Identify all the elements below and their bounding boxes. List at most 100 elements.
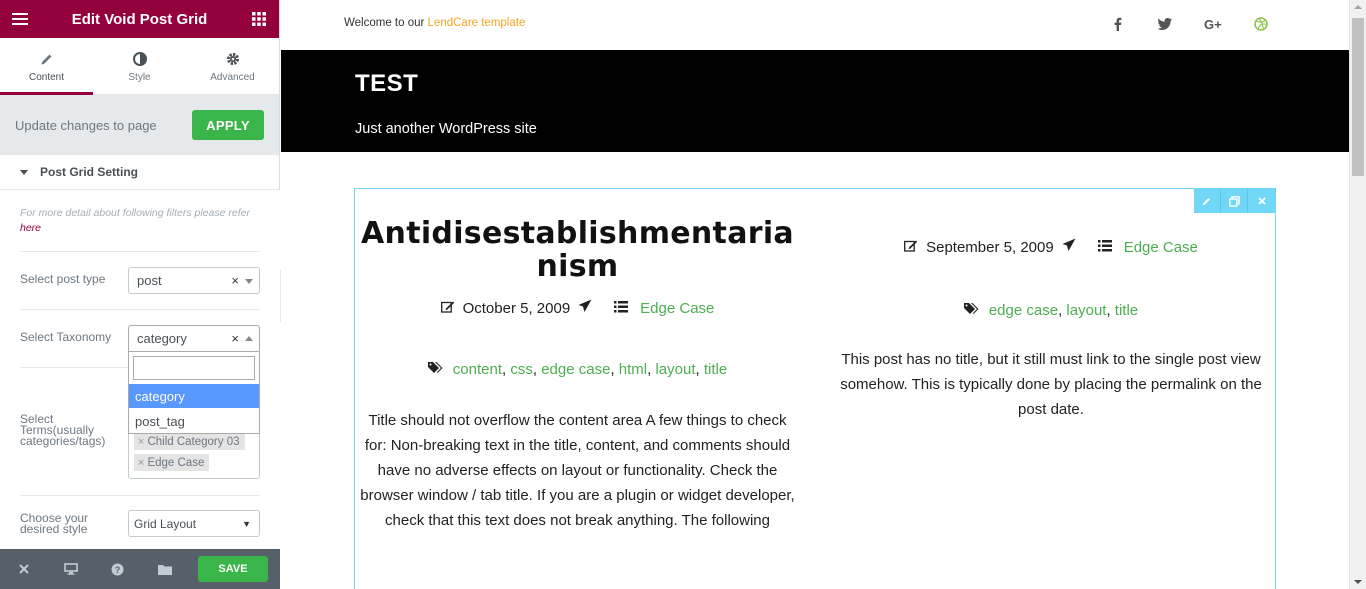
desktop-icon[interactable] [47, 549, 94, 589]
welcome-brand-link[interactable]: LendCare template [428, 17, 526, 29]
tag-link[interactable]: title [1115, 302, 1138, 319]
section-post-grid-setting[interactable]: Post Grid Setting [0, 155, 279, 190]
tags-icon [427, 361, 443, 378]
tag-link[interactable]: title [704, 361, 727, 378]
clear-icon[interactable]: × [231, 273, 239, 288]
post-meta: October 5, 2009 Edge Case [355, 299, 800, 317]
style-value: Grid Layout [134, 516, 197, 531]
tag-list: edge case, layout, title [988, 302, 1139, 319]
scroll-down-icon[interactable] [1354, 580, 1362, 584]
duplicate-widget-icon[interactable] [1221, 189, 1248, 213]
chevron-down-icon: ▼ [242, 518, 251, 529]
tab-content[interactable]: Content [0, 38, 93, 95]
note-link[interactable]: here [20, 222, 41, 234]
term-tag[interactable]: × Edge Case [134, 454, 210, 471]
apply-text: Update changes to page [15, 117, 157, 133]
panel-footer: ? SAVE [0, 549, 280, 589]
site-tagline: Just another WordPress site [355, 121, 537, 137]
site-topbar: Welcome to our LendCare template G+ [281, 0, 1349, 50]
post-type-label: Select post type [20, 272, 106, 286]
divider [20, 251, 260, 252]
page-preview: Welcome to our LendCare template G+ TEST… [281, 0, 1349, 589]
post-title[interactable]: Antidisestablishmentarianism [355, 217, 800, 283]
clear-icon[interactable]: × [231, 331, 239, 346]
edit-icon [904, 239, 918, 256]
help-icon[interactable]: ? [94, 549, 141, 589]
tag-link[interactable]: css [510, 361, 533, 378]
filters-note: For more detail about following filters … [20, 206, 260, 236]
apply-button[interactable]: APPLY [192, 110, 264, 140]
edit-icon [440, 300, 455, 317]
google-plus-icon[interactable]: G+ [1204, 14, 1224, 34]
list-icon [1097, 239, 1112, 256]
term-tag-label: Edge Case [147, 456, 205, 469]
tab-advanced[interactable]: Advanced [186, 38, 279, 94]
tag-link[interactable]: html [619, 361, 647, 378]
scroll-up-icon[interactable] [1354, 5, 1362, 9]
paper-plane-icon [1062, 238, 1076, 256]
post-date[interactable]: October 5, 2009 [463, 300, 571, 317]
tab-content-label: Content [28, 71, 65, 83]
style-select[interactable]: Grid Layout ▼ [128, 510, 260, 537]
scroll-thumb[interactable] [1352, 18, 1364, 176]
tag-link[interactable]: layout [655, 361, 695, 378]
save-button[interactable]: SAVE [198, 556, 268, 582]
folder-icon[interactable] [141, 549, 188, 589]
tab-style-label: Style [128, 71, 151, 83]
post-tags: content, css, edge case, html, layout, t… [355, 361, 800, 378]
paper-plane-icon [578, 299, 592, 317]
panel-header: Edit Void Post Grid [0, 0, 279, 38]
post-excerpt: Title should not overflow the content ar… [360, 412, 795, 529]
post-category-link[interactable]: Edge Case [640, 300, 714, 317]
remove-tag-icon[interactable]: × [138, 457, 144, 469]
facebook-icon[interactable] [1108, 14, 1128, 34]
caret-down-icon [20, 169, 28, 175]
welcome-prefix: Welcome to our [344, 17, 425, 29]
widgets-grid-icon[interactable] [239, 0, 279, 38]
section-title: Post Grid Setting [40, 165, 139, 179]
chevron-down-icon [245, 279, 253, 284]
gear-icon [226, 50, 240, 68]
svg-text:?: ? [115, 565, 121, 575]
page-scrollbar[interactable] [1349, 0, 1366, 589]
widget-toolbar [1194, 189, 1275, 213]
taxonomy-select[interactable]: category × [128, 325, 260, 352]
menu-icon[interactable] [0, 0, 40, 38]
tag-link[interactable]: edge case [989, 302, 1058, 319]
term-tag[interactable]: × Child Category 03 [134, 433, 245, 450]
term-tag-label: Child Category 03 [147, 435, 240, 448]
tag-link[interactable]: layout [1066, 302, 1106, 319]
post-type-value: post [137, 273, 162, 288]
edit-widget-icon[interactable] [1194, 189, 1221, 213]
remove-widget-icon[interactable] [1248, 189, 1275, 213]
dropdown-search-input[interactable] [133, 356, 255, 380]
twitter-icon[interactable] [1155, 14, 1175, 34]
post-date[interactable]: September 5, 2009 [926, 239, 1054, 256]
close-icon[interactable] [0, 549, 47, 589]
post-meta: September 5, 2009 Edge Case [829, 238, 1273, 256]
tags-icon [963, 302, 979, 319]
post-category-link[interactable]: Edge Case [1124, 239, 1198, 256]
post-type-select[interactable]: post × [128, 267, 260, 294]
taxonomy-value: category [137, 331, 187, 346]
tag-link[interactable]: content [453, 361, 502, 378]
editor-panel: Edit Void Post Grid Content Style Advanc… [0, 0, 280, 589]
panel-tabs: Content Style Advanced [0, 38, 279, 95]
post-card: September 5, 2009 Edge Case edge case, l… [829, 238, 1273, 422]
style-label: Choose your desired style [20, 511, 89, 536]
site-header: TEST Just another WordPress site [281, 50, 1349, 152]
apply-bar: Update changes to page APPLY [0, 95, 279, 155]
site-title[interactable]: TEST [355, 70, 418, 98]
tab-advanced-label: Advanced [210, 71, 255, 83]
tag-link[interactable]: edge case [541, 361, 610, 378]
tag-list: content, css, edge case, html, layout, t… [452, 361, 728, 378]
tab-style[interactable]: Style [93, 38, 186, 94]
remove-tag-icon[interactable]: × [138, 436, 144, 448]
panel-title: Edit Void Post Grid [71, 10, 208, 28]
dropdown-option[interactable]: category [129, 384, 259, 408]
dropdown-option[interactable]: post_tag [129, 409, 259, 433]
chevron-up-icon [245, 336, 253, 341]
dribbble-icon[interactable] [1251, 14, 1271, 34]
taxonomy-dropdown: category post_tag [128, 352, 260, 434]
void-post-grid-widget[interactable]: Antidisestablishmentarianism October 5, … [354, 188, 1276, 589]
